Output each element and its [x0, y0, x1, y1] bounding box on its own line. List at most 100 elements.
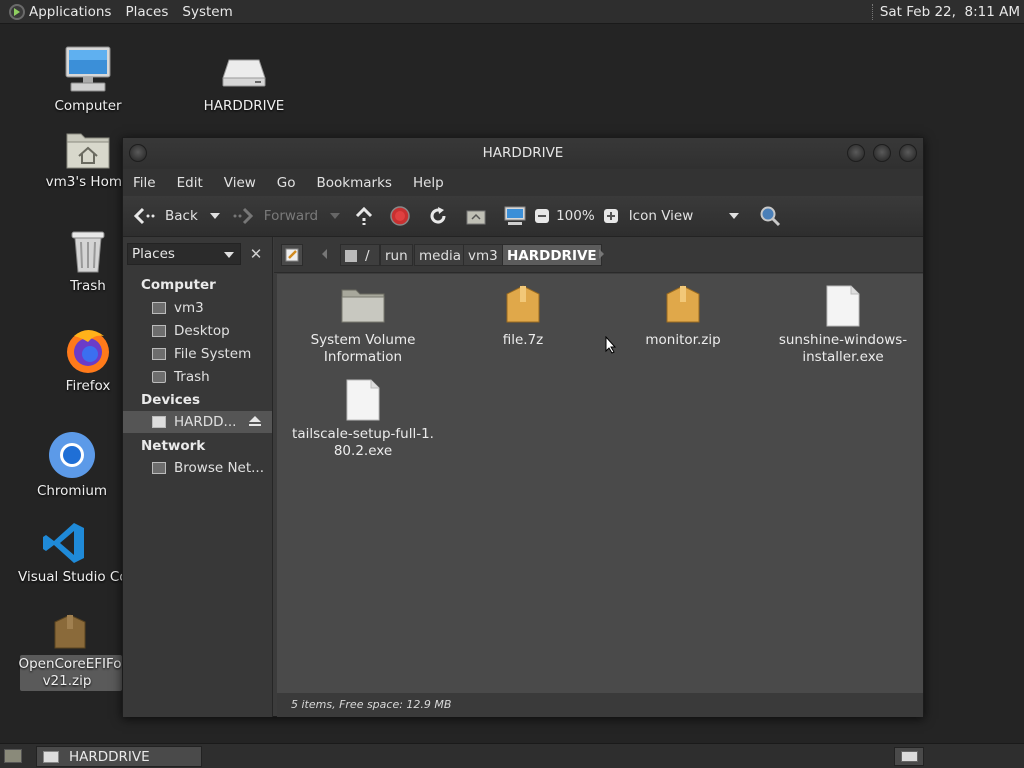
computer-icon — [504, 206, 526, 225]
file-name: monitor.zip — [645, 332, 721, 348]
path-crumb-root[interactable]: / — [340, 244, 380, 266]
file-name-line2: installer.exe — [802, 349, 884, 365]
desktop-icon-label: Chromium — [36, 483, 108, 499]
places-menu[interactable]: Places — [125, 4, 168, 20]
window-titlebar[interactable]: HARDDRIVE — [123, 138, 923, 169]
archive-icon — [506, 285, 540, 323]
root-drive-icon — [345, 250, 357, 262]
stop-button[interactable] — [390, 206, 410, 226]
path-crumb-harddrive[interactable]: HARDDRIVE — [502, 244, 602, 266]
sidebar-item-label: Browse Net... — [174, 460, 265, 476]
clock-label: Sat Feb 22, 8:11 AM — [879, 4, 1020, 20]
desktop-icon-label: OpenCoreEFIFo — [18, 656, 122, 672]
sidebar-mode-select[interactable]: Places — [127, 243, 241, 265]
document-icon — [826, 285, 860, 327]
view-mode-select[interactable]: Icon View — [629, 208, 739, 224]
sidebar-item-vm3[interactable]: vm3 — [123, 297, 272, 319]
file-item[interactable]: sunshine-windows- installer.exe — [763, 284, 923, 366]
menu-bookmarks[interactable]: Bookmarks — [317, 175, 392, 191]
stop-icon — [390, 206, 410, 226]
eject-icon[interactable] — [248, 414, 262, 432]
back-history-dropdown[interactable] — [209, 213, 220, 219]
drive-icon — [43, 750, 59, 763]
toggle-location-entry-button[interactable] — [281, 244, 303, 266]
sidebar-item-browse-network[interactable]: Browse Net... — [123, 457, 272, 479]
firefox-icon — [64, 326, 112, 374]
computer-icon — [63, 44, 113, 94]
window-menu-button[interactable] — [129, 144, 147, 162]
path-root-label: / — [365, 248, 370, 264]
taskbar-item-label: HARDDRIVE — [69, 748, 150, 765]
drive-icon — [221, 50, 267, 94]
menu-logo-icon[interactable] — [9, 3, 25, 20]
forward-button[interactable]: Forward — [232, 207, 318, 225]
menu-view[interactable]: View — [224, 175, 256, 191]
back-button[interactable]: Back — [133, 207, 198, 225]
show-desktop-icon[interactable] — [4, 749, 22, 763]
file-item[interactable]: file.7z — [443, 284, 603, 349]
close-button[interactable] — [899, 144, 917, 162]
clock[interactable]: Sat Feb 22, 8:11 AM — [871, 0, 1024, 24]
desktop-icon-label-line2: v21.zip — [42, 673, 92, 689]
home-button[interactable] — [466, 207, 486, 225]
workspace-switcher[interactable] — [894, 747, 924, 766]
zoom-in-button[interactable] — [603, 208, 619, 224]
desktop-icon-harddrive[interactable]: HARDDRIVE — [174, 50, 314, 115]
path-scroll-right-icon[interactable] — [599, 249, 604, 259]
taskbar-item-harddrive[interactable]: HARDDRIVE — [36, 746, 202, 767]
file-view[interactable]: System Volume Information file.7z monito… — [277, 274, 923, 693]
file-name-line2: 80.2.exe — [333, 443, 393, 459]
file-name-line2: Information — [323, 349, 403, 365]
system-menu[interactable]: System — [182, 4, 232, 20]
vscode-icon — [42, 521, 86, 565]
sidebar-item-label: vm3 — [174, 300, 204, 316]
file-item[interactable]: System Volume Information — [283, 284, 443, 366]
menu-edit[interactable]: Edit — [177, 175, 203, 191]
desktop-icon-opencore-zip[interactable]: OpenCoreEFIFo v21.zip — [18, 612, 122, 690]
desktop-icon-chromium[interactable]: Chromium — [2, 431, 142, 500]
maximize-button[interactable] — [873, 144, 891, 162]
bottom-panel: HARDDRIVE — [0, 743, 1024, 768]
sidebar-item-label: Desktop — [174, 323, 230, 339]
zoom-out-icon — [535, 209, 550, 223]
sidebar-item-label: HARDD... — [174, 414, 237, 430]
document-icon — [346, 379, 380, 421]
path-crumb-media[interactable]: media — [414, 244, 467, 266]
forward-history-dropdown[interactable] — [330, 213, 341, 219]
archive-icon — [51, 612, 89, 652]
sidebar-section-devices: Devices — [141, 392, 200, 408]
up-button[interactable] — [354, 206, 374, 226]
sidebar-item-trash[interactable]: Trash — [123, 366, 272, 388]
file-item[interactable]: tailscale-setup-full-1. 80.2.exe — [283, 378, 443, 460]
menu-help[interactable]: Help — [413, 175, 444, 191]
zoom-out-button[interactable] — [534, 208, 550, 224]
minimize-button[interactable] — [847, 144, 865, 162]
chevron-down-icon — [728, 213, 739, 219]
desktop-folder-icon — [152, 325, 166, 337]
home-folder-icon — [466, 210, 486, 225]
close-sidebar-button[interactable]: ✕ — [245, 243, 267, 265]
sidebar-item-harddrive[interactable]: HARDD... — [123, 411, 272, 433]
zoom-level: 100% — [556, 208, 595, 224]
sidebar: Places ✕ Computer vm3 Desktop File Syste… — [123, 237, 273, 717]
file-item[interactable]: monitor.zip — [603, 284, 763, 349]
sidebar-mode-label: Places — [132, 246, 175, 262]
reload-button[interactable] — [428, 206, 448, 226]
desktop-icon-label: Computer — [54, 98, 122, 114]
path-crumb-vm3[interactable]: vm3 — [463, 244, 503, 266]
desktop-icon-computer[interactable]: Computer — [18, 44, 158, 115]
path-scroll-left-icon[interactable] — [322, 249, 327, 259]
sidebar-item-label: File System — [174, 346, 252, 362]
home-folder-icon — [65, 128, 111, 170]
search-button[interactable] — [759, 205, 781, 227]
desktop-icon-vscode[interactable]: Visual Studio Code — [4, 521, 124, 586]
applications-menu[interactable]: Applications — [29, 4, 111, 20]
panel-separator — [871, 4, 874, 20]
computer-button[interactable] — [504, 206, 526, 226]
sidebar-item-file-system[interactable]: File System — [123, 343, 272, 365]
file-name: tailscale-setup-full-1. — [292, 426, 434, 442]
menu-file[interactable]: File — [133, 175, 156, 191]
sidebar-item-desktop[interactable]: Desktop — [123, 320, 272, 342]
path-crumb-run[interactable]: run — [380, 244, 413, 266]
menu-go[interactable]: Go — [277, 175, 296, 191]
